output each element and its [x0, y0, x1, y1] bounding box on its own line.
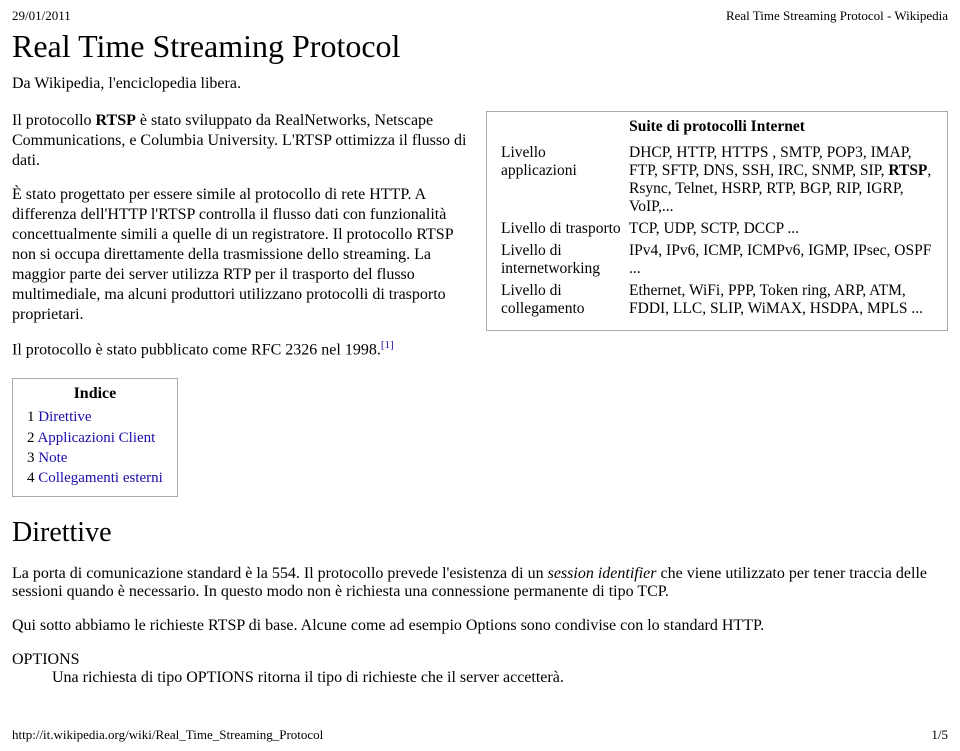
- text: La porta di comunicazione standard è la …: [12, 565, 548, 582]
- bold-rtsp: RTSP: [96, 112, 136, 129]
- infobox-row-value: DHCP, HTTP, HTTPS , SMTP, POP3, IMAP, FT…: [625, 142, 937, 218]
- table-of-contents: Indice 1 Direttive2 Applicazioni Client3…: [12, 378, 178, 497]
- infobox-row-label: Livello di collegamento: [497, 280, 625, 320]
- intro-paragraph-3: Il protocollo è stato pubblicato come RF…: [12, 339, 474, 360]
- italic-session-identifier: session identifier: [548, 565, 657, 582]
- page-title: Real Time Streaming Protocol: [12, 28, 948, 65]
- print-header: Real Time Streaming Protocol - Wikipedia: [726, 8, 948, 24]
- infobox-row-label: Livello di trasporto: [497, 218, 625, 240]
- definition-list: OPTIONS Una richiesta di tipo OPTIONS ri…: [12, 651, 948, 687]
- toc-item[interactable]: 1 Direttive: [27, 407, 163, 427]
- infobox-row-value: TCP, UDP, SCTP, DCCP ...: [625, 218, 937, 240]
- infobox-row-label: Livello di internetworking: [497, 240, 625, 280]
- infobox-title: Suite di protocolli Internet: [497, 118, 937, 136]
- footer-page: 1/5: [931, 727, 948, 743]
- toc-item[interactable]: 2 Applicazioni Client: [27, 428, 163, 448]
- toc-item[interactable]: 4 Collegamenti esterni: [27, 468, 163, 488]
- definition-term: OPTIONS: [12, 651, 948, 669]
- infobox: Suite di protocolli Internet Livello app…: [486, 111, 948, 331]
- footer-url: http://it.wikipedia.org/wiki/Real_Time_S…: [12, 727, 323, 743]
- page-subtitle: Da Wikipedia, l'enciclopedia libera.: [12, 75, 948, 93]
- infobox-row-label: Livello applicazioni: [497, 142, 625, 218]
- text: Il protocollo è stato pubblicato come RF…: [12, 341, 381, 358]
- definition-description: Una richiesta di tipo OPTIONS ritorna il…: [52, 669, 948, 687]
- main-column: Il protocollo RTSP è stato sviluppato da…: [12, 111, 474, 497]
- infobox-row-value: Ethernet, WiFi, PPP, Token ring, ARP, AT…: [625, 280, 937, 320]
- print-date: 29/01/2011: [12, 8, 71, 24]
- infobox-row-value: IPv4, IPv6, ICMP, ICMPv6, IGMP, IPsec, O…: [625, 240, 937, 280]
- intro-paragraph-1: Il protocollo RTSP è stato sviluppato da…: [12, 111, 474, 171]
- section-paragraph-2: Qui sotto abbiamo le richieste RTSP di b…: [12, 617, 948, 635]
- reference-link[interactable]: [1]: [381, 339, 394, 351]
- section-heading-direttive: Direttive: [12, 517, 948, 549]
- text: Il protocollo: [12, 112, 96, 129]
- toc-title: Indice: [27, 385, 163, 403]
- intro-paragraph-2: È stato progettato per essere simile al …: [12, 185, 474, 325]
- infobox-table: Livello applicazioniDHCP, HTTP, HTTPS , …: [497, 142, 937, 320]
- section-paragraph-1: La porta di comunicazione standard è la …: [12, 565, 948, 601]
- toc-item[interactable]: 3 Note: [27, 448, 163, 468]
